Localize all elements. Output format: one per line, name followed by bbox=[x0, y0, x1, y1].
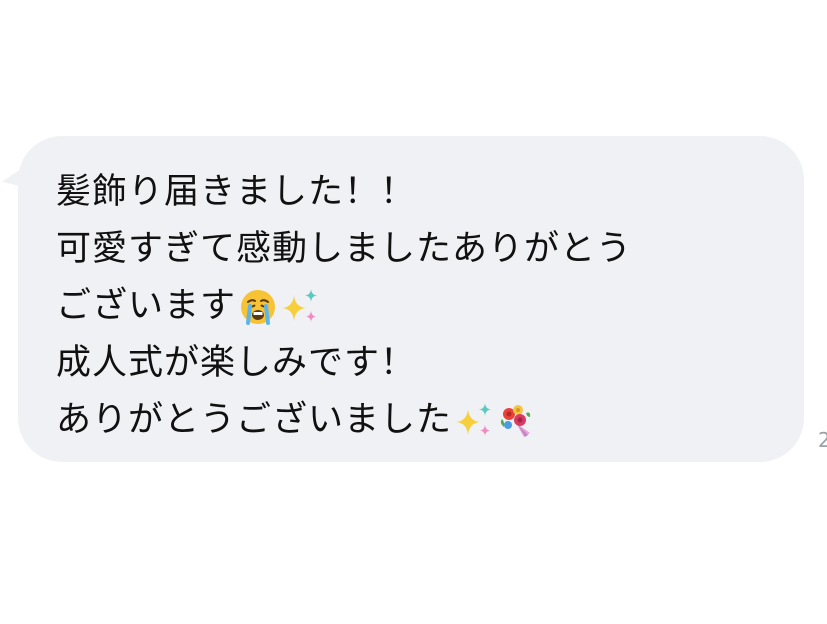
message-text: ございます bbox=[56, 286, 237, 326]
message-text: ありがとうございました bbox=[56, 400, 453, 440]
chat-screen: 髪飾り届きました！！ 可愛すぎて感動しましたありがとう ございます 成人式が楽し… bbox=[0, 0, 827, 624]
message-line-2: 可愛すぎて感動しましたありがとう bbox=[56, 221, 804, 278]
message-line-3: ございます bbox=[56, 278, 804, 335]
message-line-4: 成人式が楽しみです！ bbox=[56, 335, 804, 392]
crying-face-emoji bbox=[241, 289, 276, 325]
message-text: 成人式が楽しみです！ bbox=[56, 343, 417, 383]
bouquet-emoji bbox=[500, 404, 531, 437]
sparkles-emoji bbox=[456, 402, 492, 436]
message-timestamp: 2 bbox=[818, 428, 827, 452]
message-line-1: 髪飾り届きました！！ bbox=[56, 164, 804, 221]
message-text: 可愛すぎて感動しましたありがとう bbox=[56, 229, 633, 269]
message-text: 髪飾り届きました！！ bbox=[56, 172, 417, 212]
message-bubble[interactable]: 髪飾り届きました！！ 可愛すぎて感動しましたありがとう ございます 成人式が楽し… bbox=[18, 136, 804, 462]
sparkles-emoji bbox=[282, 288, 318, 322]
message-line-5: ありがとうございました bbox=[56, 392, 804, 449]
